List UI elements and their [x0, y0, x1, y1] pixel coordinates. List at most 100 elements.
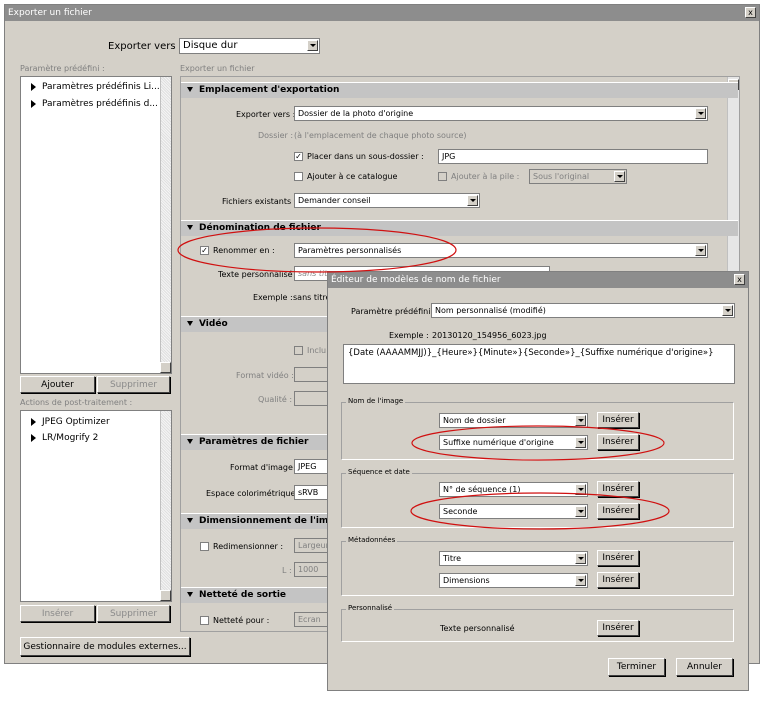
insert-button[interactable]: Insérer — [597, 412, 639, 428]
sequence-select-1[interactable]: N° de séquence (1) — [439, 482, 588, 497]
expand-icon — [31, 82, 36, 91]
naming-example-value: sans titre — [293, 293, 331, 302]
close-icon[interactable]: x — [734, 274, 745, 285]
sharpen-label: Netteté pour : — [213, 616, 270, 625]
editor-example-value: 20130120_154956_6023.jpg — [432, 331, 547, 340]
insert-button[interactable]: Insérer — [597, 481, 639, 497]
stack-checkbox[interactable] — [438, 172, 447, 181]
delete-preset-button[interactable]: Supprimer — [97, 376, 170, 393]
section-file-naming[interactable]: Dénomination de fichier — [181, 220, 738, 236]
stack-label: Ajouter à la pile : — [451, 172, 520, 181]
stack-select[interactable]: Sous l'original — [529, 169, 627, 184]
group-image-name-label: Nom de l'image — [346, 397, 406, 405]
group-metadata-label: Métadonnées — [346, 536, 398, 544]
chevron-down-icon — [575, 553, 586, 564]
plugin-manager-button[interactable]: Gestionnaire de modules externes... — [20, 637, 190, 656]
editor-titlebar: Éditeur de modèles de nom de fichier — [328, 272, 748, 288]
rename-label: Renommer en : — [213, 246, 275, 255]
rename-checkbox[interactable]: ✓ — [200, 246, 209, 255]
insert-button[interactable]: Insérer — [20, 605, 95, 622]
cancel-button[interactable]: Annuler — [676, 658, 733, 676]
sharpen-checkbox[interactable] — [200, 616, 209, 625]
subfolder-label: Placer dans un sous-dossier : — [307, 152, 424, 161]
editor-preset-select[interactable]: Nom personnalisé (modifié) — [431, 303, 735, 318]
chevron-down-icon — [575, 415, 586, 426]
editor-title: Éditeur de modèles de nom de fichier — [331, 275, 501, 285]
subfolder-input[interactable]: JPG — [438, 149, 708, 164]
group-custom-label: Personnalisé — [346, 604, 395, 612]
location-export-label: Exporter vers : — [236, 110, 296, 119]
image-format-label: Format d'image : — [230, 463, 299, 472]
post-processing-label: Actions de post-traitement : — [20, 398, 133, 407]
chevron-down-icon — [614, 171, 625, 182]
subfolder-checkbox[interactable]: ✓ — [294, 152, 303, 161]
catalog-checkbox[interactable] — [294, 172, 303, 181]
image-name-select-2[interactable]: Suffixe numérique d'origine — [439, 435, 588, 450]
image-name-select-1[interactable]: Nom de dossier — [439, 413, 588, 428]
group-custom — [341, 609, 734, 642]
post-item[interactable]: JPEG Optimizer — [31, 417, 110, 427]
finish-button[interactable]: Terminer — [608, 658, 665, 676]
insert-button[interactable]: Insérer — [597, 503, 639, 519]
existing-files-label: Fichiers existants : — [222, 197, 297, 206]
chevron-down-icon — [722, 305, 733, 316]
export-to-label: Exporter vers : — [108, 41, 183, 52]
existing-files-select[interactable]: Demander conseil — [294, 193, 480, 208]
export-dialog-title: Exporter un fichier — [8, 8, 92, 18]
resize-label: Redimensionner : — [213, 542, 284, 551]
chevron-down-icon — [467, 195, 478, 206]
folder-label: Dossier : — [258, 131, 294, 140]
scroll-down-icon[interactable] — [160, 590, 171, 601]
chevron-down-icon — [575, 484, 586, 495]
video-format-label: Format vidéo : — [236, 371, 294, 380]
presets-scrollbar[interactable] — [160, 77, 171, 373]
folder-value: (à l'emplacement de chaque photo source) — [294, 131, 467, 140]
video-include-label: Inclu — [307, 346, 327, 355]
chevron-down-icon — [307, 40, 318, 51]
color-space-label: Espace colorimétrique : — [206, 489, 301, 498]
group-sequence-label: Séquence et date — [346, 468, 412, 476]
chevron-down-icon — [575, 506, 586, 517]
editor-preset-label: Paramètre prédéfini : — [351, 307, 436, 316]
collapse-icon — [187, 321, 193, 326]
collapse-icon — [187, 518, 193, 523]
export-file-label: Exporter un fichier — [180, 64, 255, 73]
collapse-icon — [187, 592, 193, 597]
preset-item[interactable]: Paramètres prédéfinis Li... — [31, 82, 160, 92]
custom-text-label: Texte personnalisé : — [218, 270, 298, 279]
insert-button[interactable]: Insérer — [597, 572, 639, 588]
location-export-select[interactable]: Dossier de la photo d'origine — [294, 106, 708, 121]
resize-checkbox[interactable] — [200, 542, 209, 551]
custom-text-item: Texte personnalisé — [440, 624, 515, 633]
group-image-name — [341, 402, 734, 460]
template-text-area[interactable]: {Date (AAAAMMJJ)}_{Heure»}{Minute»}{Seco… — [343, 344, 735, 384]
collapse-icon — [187, 439, 193, 444]
preset-item[interactable]: Paramètres prédéfinis d... — [31, 99, 158, 109]
post-item[interactable]: LR/Mogrify 2 — [31, 433, 98, 443]
add-preset-button[interactable]: Ajouter — [20, 376, 95, 393]
sequence-select-2[interactable]: Seconde — [439, 504, 588, 519]
insert-button[interactable]: Insérer — [597, 434, 639, 450]
scroll-down-icon[interactable] — [160, 362, 171, 373]
section-export-location[interactable]: Emplacement d'exportation — [181, 82, 738, 98]
collapse-icon — [187, 225, 193, 230]
chevron-down-icon — [695, 108, 706, 119]
rename-select[interactable]: Paramètres personnalisés — [294, 243, 708, 258]
insert-button[interactable]: Insérer — [597, 550, 639, 566]
insert-button[interactable]: Insérer — [597, 620, 639, 636]
metadata-select-1[interactable]: Titre — [439, 551, 588, 566]
presets-label: Paramètre prédéfini : — [20, 64, 105, 73]
delete-button[interactable]: Supprimer — [97, 605, 170, 622]
editor-example-label: Exemple : — [389, 331, 429, 340]
close-icon[interactable]: x — [745, 7, 756, 18]
post-scrollbar[interactable] — [160, 411, 171, 601]
video-quality-label: Qualité : — [258, 395, 293, 404]
video-include-checkbox[interactable] — [294, 346, 303, 355]
export-dialog-titlebar: Exporter un fichier — [5, 5, 759, 21]
expand-icon — [31, 99, 36, 108]
metadata-select-2[interactable]: Dimensions — [439, 573, 588, 588]
catalog-label: Ajouter à ce catalogue — [307, 172, 398, 181]
chevron-down-icon — [695, 245, 706, 256]
chevron-down-icon — [575, 575, 586, 586]
export-to-select[interactable]: Disque dur — [179, 38, 320, 54]
